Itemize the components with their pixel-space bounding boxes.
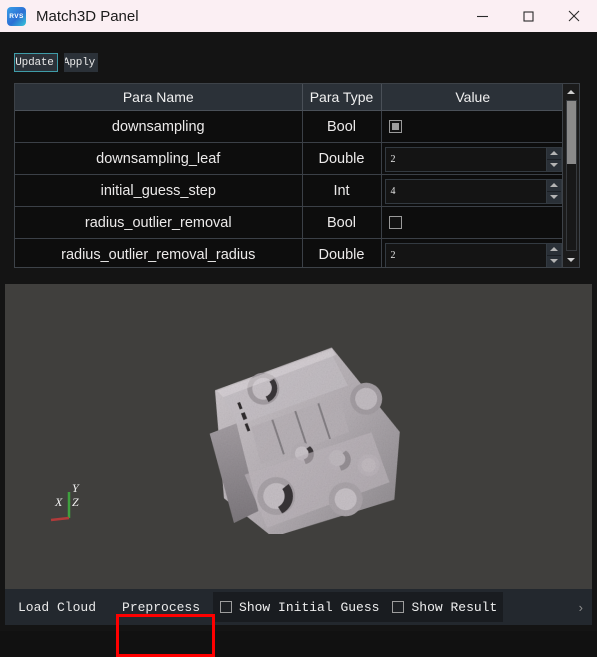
param-type: Double	[302, 238, 382, 267]
table-vertical-scrollbar[interactable]	[562, 84, 579, 267]
param-type: Bool	[302, 206, 382, 239]
apply-button[interactable]: Apply	[64, 53, 98, 72]
table-row[interactable]: initial_guess_step Int 4	[15, 174, 562, 207]
x-axis-line	[50, 516, 70, 522]
initial-guess-step-spinbox[interactable]: 4	[384, 178, 562, 204]
window-title: Match3D Panel	[36, 7, 139, 25]
scrollbar-thumb[interactable]	[566, 101, 576, 164]
param-name: radius_outlier_removal_radius	[15, 238, 303, 267]
minimize-icon[interactable]	[459, 0, 505, 32]
axis-label-y: Y	[72, 481, 79, 495]
toolbar-overflow-chevron-icon[interactable]: ›	[579, 600, 592, 615]
param-value[interactable]: 4	[381, 174, 562, 207]
close-icon[interactable]	[551, 0, 597, 32]
param-value[interactable]: 2	[381, 142, 562, 175]
param-name: radius_outlier_removal	[15, 206, 303, 239]
param-name: downsampling	[15, 110, 303, 143]
window-controls	[459, 0, 597, 32]
show-result-label: Show Result	[411, 599, 498, 615]
downsampling-checkbox[interactable]	[388, 120, 402, 133]
update-button[interactable]: Update	[14, 53, 58, 72]
param-type: Int	[302, 174, 382, 207]
param-value[interactable]: 2	[381, 238, 562, 267]
param-value[interactable]	[381, 110, 562, 143]
point-cloud-viewport[interactable]: Y Z X	[5, 284, 592, 590]
param-name: initial_guess_step	[15, 174, 303, 207]
spinbox-stepper[interactable]	[545, 147, 561, 171]
show-initial-guess-checkbox[interactable]: Show Initial Guess	[213, 592, 386, 622]
downsampling-leaf-spinbox[interactable]: 2	[384, 146, 562, 172]
param-type: Bool	[302, 110, 382, 143]
scrollbar-track[interactable]	[565, 100, 577, 251]
spinbox-value[interactable]: 2	[386, 148, 546, 171]
axis-label-x: X	[55, 495, 63, 509]
spinbox-down-icon[interactable]	[546, 159, 561, 171]
radius-outlier-removal-radius-spinbox[interactable]: 2	[384, 242, 562, 267]
rvs-app-icon: RVS	[7, 6, 26, 26]
show-initial-guess-label: Show Initial Guess	[239, 599, 380, 615]
table-header-row: Para Name Para Type Value	[15, 84, 562, 111]
spinbox-down-icon[interactable]	[546, 191, 561, 203]
checkbox-box-icon[interactable]	[392, 601, 405, 613]
axis-gizmo: Y Z X	[47, 481, 97, 528]
spinbox-down-icon[interactable]	[546, 255, 561, 267]
param-value[interactable]	[381, 206, 562, 239]
panel-body: Update Apply Para Name Para Type Value d…	[0, 32, 597, 657]
spinbox-up-icon[interactable]	[546, 179, 561, 192]
spinbox-value[interactable]: 2	[386, 244, 546, 267]
radius-outlier-removal-checkbox[interactable]	[388, 216, 402, 229]
parameter-table: Para Name Para Type Value downsampling B…	[14, 83, 580, 268]
axis-label-z: Z	[72, 495, 79, 509]
column-header-para-name[interactable]: Para Name	[15, 84, 303, 111]
spinbox-stepper[interactable]	[545, 179, 561, 203]
column-header-para-type[interactable]: Para Type	[302, 84, 382, 111]
maximize-icon[interactable]	[505, 0, 551, 32]
spinbox-up-icon[interactable]	[546, 147, 561, 160]
spinbox-up-icon[interactable]	[546, 243, 561, 256]
param-name: downsampling_leaf	[15, 142, 303, 175]
show-result-checkbox[interactable]: Show Result	[385, 592, 504, 622]
table-row[interactable]: radius_outlier_removal Bool	[15, 206, 562, 239]
load-cloud-button[interactable]: Load Cloud	[5, 589, 109, 625]
spinbox-value[interactable]: 4	[386, 180, 546, 203]
table-row[interactable]: downsampling Bool	[15, 110, 562, 143]
parameter-table-scrollarea: Para Name Para Type Value downsampling B…	[15, 84, 562, 267]
scroll-down-arrow-icon[interactable]	[563, 252, 579, 267]
parameter-toolbar: Update Apply	[14, 53, 98, 72]
table-row[interactable]: downsampling_leaf Double 2	[15, 142, 562, 175]
window-titlebar: RVS Match3D Panel	[0, 0, 597, 32]
action-toolbar: Load Cloud Preprocess Show Initial Guess…	[5, 589, 592, 625]
app-logo-text: RVS	[9, 12, 24, 20]
preprocess-button[interactable]: Preprocess	[109, 589, 213, 625]
checkbox-box-icon[interactable]	[220, 601, 233, 613]
point-cloud-model	[209, 347, 400, 534]
param-type: Double	[302, 142, 382, 175]
table-row[interactable]: radius_outlier_removal_radius Double 2	[15, 238, 562, 267]
column-header-value[interactable]: Value	[381, 84, 562, 111]
scroll-up-arrow-icon[interactable]	[563, 84, 579, 99]
spinbox-stepper[interactable]	[545, 243, 561, 267]
